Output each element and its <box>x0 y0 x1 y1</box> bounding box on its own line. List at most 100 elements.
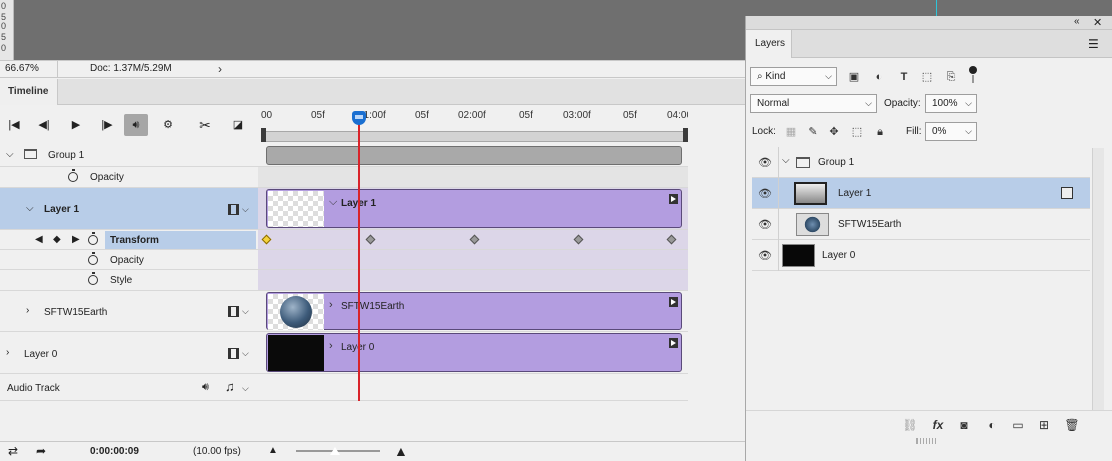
visibility-eye-icon[interactable]: 👁︎ <box>754 218 776 232</box>
settings-gear-icon[interactable]: ⚙ <box>156 114 180 136</box>
previous-keyframe-icon[interactable]: ◀ <box>35 234 43 245</box>
go-to-first-frame-button[interactable]: |◀ <box>2 114 26 136</box>
clip-expand-chevron-icon[interactable]: ⌵ <box>329 196 337 209</box>
timeline-row-group-opacity[interactable]: Opacity <box>0 167 258 188</box>
audio-toggle-button[interactable]: 🔊︎ <box>124 114 148 136</box>
clip-menu-icon[interactable] <box>669 338 678 348</box>
film-icon[interactable] <box>228 204 239 215</box>
keyframe[interactable] <box>666 234 677 245</box>
new-layer-icon[interactable]: ⊞ <box>1036 417 1052 433</box>
visibility-eye-icon[interactable]: 👁︎ <box>754 156 776 170</box>
work-area-start-handle[interactable] <box>261 128 266 142</box>
new-group-folder-icon[interactable]: ▭ <box>1010 417 1026 433</box>
chevron-down-icon[interactable]: ⌵ <box>242 348 249 359</box>
layer-name[interactable]: Layer 1 <box>838 188 871 199</box>
expand-chevron-icon[interactable]: › <box>6 347 9 358</box>
visibility-eye-icon[interactable]: 👁︎ <box>754 187 776 201</box>
music-note-icon[interactable]: ♫ <box>225 379 235 394</box>
layer-row-layer1[interactable]: 👁︎ Layer 1 <box>752 178 1090 209</box>
visibility-eye-icon[interactable]: 👁︎ <box>754 249 776 263</box>
chevron-down-icon[interactable]: ⌵ <box>242 204 249 215</box>
guide-line[interactable] <box>936 0 937 16</box>
tab-layers[interactable]: Layers <box>746 30 792 58</box>
current-time[interactable]: 0:00:00:09 <box>90 446 139 457</box>
layer-name[interactable]: Group 1 <box>818 157 854 168</box>
layers-scrollbar[interactable] <box>1092 148 1104 410</box>
lock-artboard-icon[interactable]: ⬚ <box>850 125 864 139</box>
add-keyframe-icon[interactable]: ◆ <box>53 234 61 245</box>
lock-all-icon[interactable]: 🔒︎ <box>873 125 887 139</box>
type-filter-icon[interactable]: T <box>897 70 911 84</box>
expand-chevron-icon[interactable]: ⌵ <box>26 203 34 214</box>
render-video-icon[interactable]: ➦ <box>36 444 46 458</box>
layer-row-group1[interactable]: 👁︎ ⌵ Group 1 <box>752 147 1090 178</box>
layer-row-sftw15earth[interactable]: 👁︎ SFTW15Earth <box>752 209 1090 240</box>
timeline-row-transform[interactable]: ◀ ◆ ▶ Transform <box>0 230 258 250</box>
clip-expand-chevron-icon[interactable]: › <box>329 299 333 311</box>
blend-mode-select[interactable]: Normal ⌵ <box>750 94 877 113</box>
fx-icon[interactable]: fx <box>930 417 946 433</box>
zoom-in-mountain-icon[interactable]: ▲ <box>394 443 408 459</box>
convert-frame-animation-icon[interactable]: ⇄ <box>8 444 18 458</box>
clip-layer1[interactable]: ⌵ Layer 1 <box>266 189 682 228</box>
timeline-row-sftw15earth[interactable]: › SFTW15Earth ⌵ <box>0 291 258 332</box>
clip-menu-icon[interactable] <box>669 297 678 307</box>
timeline-row-layer0[interactable]: › Layer 0 ⌵ <box>0 332 258 374</box>
filter-kind-select[interactable]: ⌕ Kind ⌵ <box>750 67 837 86</box>
next-keyframe-icon[interactable]: ▶ <box>72 234 80 245</box>
time-ruler[interactable]: 00 05f 01:00f 05f 02:00f 05f 03:00f 05f … <box>258 106 695 144</box>
work-area-bar[interactable] <box>264 131 686 142</box>
close-icon[interactable]: ✕ <box>1093 16 1102 29</box>
panel-menu-icon[interactable]: ☰ <box>1088 37 1099 51</box>
speaker-icon[interactable]: 🔊︎ <box>202 381 209 394</box>
collapse-panel-icon[interactable]: « <box>1074 16 1080 27</box>
lock-transparency-icon[interactable]: ▦ <box>784 125 798 139</box>
zoom-level[interactable]: 66.67% <box>0 61 58 77</box>
next-frame-button[interactable]: |▶ <box>95 114 119 136</box>
previous-frame-button[interactable]: ◀| <box>32 114 56 136</box>
layer-name[interactable]: SFTW15Earth <box>838 219 901 230</box>
stopwatch-icon[interactable] <box>68 169 78 182</box>
adjustment-filter-icon[interactable]: ◐ <box>872 70 886 84</box>
group-clip[interactable] <box>266 146 682 165</box>
fill-field[interactable]: 0% ⌵ <box>925 122 977 141</box>
status-menu-chevron-icon[interactable]: › <box>218 61 222 77</box>
stopwatch-icon[interactable] <box>88 232 98 245</box>
lock-pixels-brush-icon[interactable]: ✎ <box>806 125 820 139</box>
timeline-row-style[interactable]: Style <box>0 270 258 291</box>
timeline-row-group1[interactable]: ⌵ Group 1 <box>0 144 258 167</box>
tab-timeline[interactable]: Timeline <box>0 79 58 105</box>
filter-toggle-icon[interactable] <box>968 66 978 84</box>
timeline-row-audio[interactable]: Audio Track 🔊︎ ♫ ⌵ <box>0 374 258 401</box>
delete-trash-icon[interactable]: 🗑︎ <box>1064 417 1080 433</box>
clip-expand-chevron-icon[interactable]: › <box>329 340 333 352</box>
zoom-slider-knob[interactable] <box>330 447 340 455</box>
keyframe[interactable] <box>469 234 480 245</box>
playhead-line[interactable] <box>358 116 360 401</box>
chevron-down-icon[interactable]: ⌵ <box>242 383 249 394</box>
playhead-handle[interactable] <box>352 111 366 125</box>
clip-menu-icon[interactable] <box>669 194 678 204</box>
layer-name[interactable]: Layer 0 <box>822 250 855 261</box>
add-mask-icon[interactable]: ◙ <box>956 417 972 433</box>
adjustment-layer-icon[interactable]: ◐ <box>984 417 1000 433</box>
link-layers-icon[interactable]: ⛓ <box>902 417 918 433</box>
opacity-field[interactable]: 100% ⌵ <box>925 94 977 113</box>
expand-chevron-icon[interactable]: › <box>26 305 29 316</box>
layer-row-layer0[interactable]: 👁︎ Layer 0 <box>752 240 1090 271</box>
transition-icon[interactable]: ◪ <box>226 114 250 136</box>
split-scissors-icon[interactable]: ✂ <box>193 114 217 136</box>
expand-chevron-icon[interactable]: ⌵ <box>6 149 14 160</box>
stopwatch-icon[interactable] <box>88 252 98 265</box>
resize-grip-icon[interactable] <box>916 438 936 444</box>
lock-position-move-icon[interactable]: ✥ <box>827 125 841 139</box>
chevron-down-icon[interactable]: ⌵ <box>242 306 249 317</box>
keyframe[interactable] <box>573 234 584 245</box>
timeline-row-layer1[interactable]: ⌵ Layer 1 ⌵ <box>0 188 258 230</box>
zoom-out-mountain-icon[interactable]: ▲ <box>268 445 278 456</box>
film-icon[interactable] <box>228 348 239 359</box>
smart-object-filter-icon[interactable]: ⎘ <box>944 70 958 84</box>
pixel-filter-icon[interactable]: ▣ <box>847 70 861 84</box>
clip-sftw15earth[interactable]: › SFTW15Earth <box>266 292 682 330</box>
stopwatch-icon[interactable] <box>88 272 98 285</box>
